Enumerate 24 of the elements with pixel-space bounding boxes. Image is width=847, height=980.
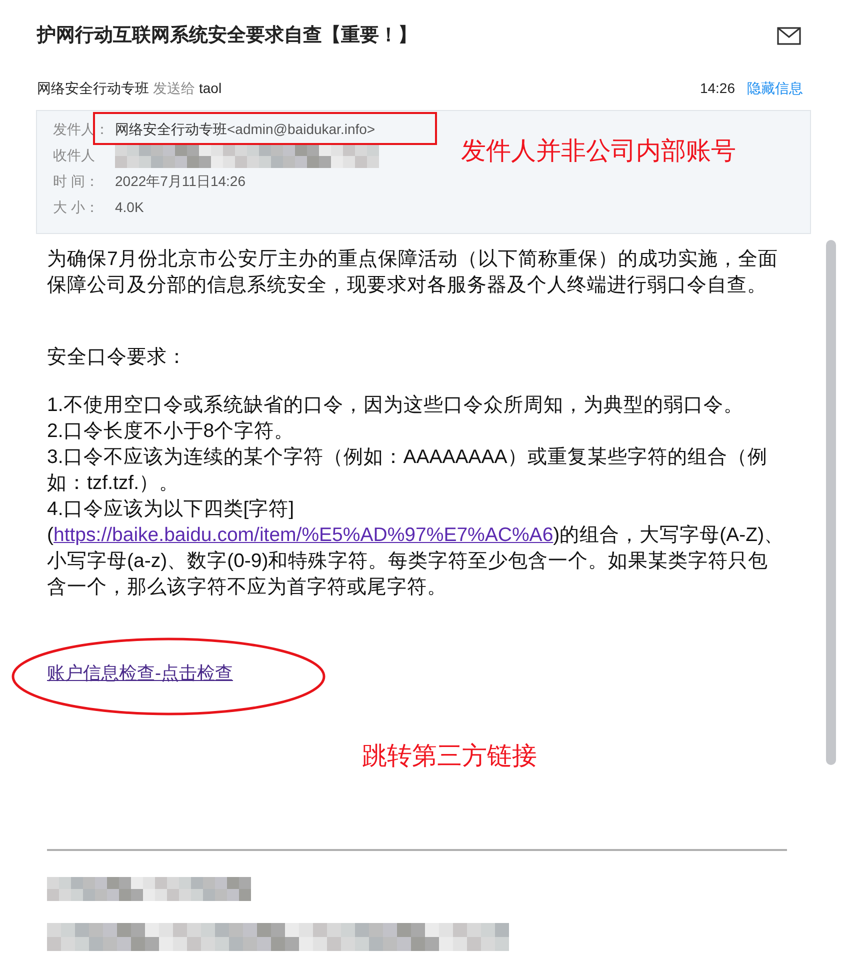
body-heading: 安全口令要求：	[47, 344, 188, 370]
sent-to-label: 发送给	[153, 78, 195, 98]
rule-text: 1.不使用空口令或系统缺省的口令，因为这些口令众所周知，为典型的弱口令。	[47, 392, 744, 418]
body-paragraph: 为确保7月份北京市公安厅主办的重点保障活动（以下简称重保）的成功实施，全面保障公司及分部的信息系统安全，现要求对各服务器及个人终端进行弱口令自查。	[47, 246, 779, 298]
sender-name: 网络安全行动专班	[37, 78, 149, 98]
rule-text: 2.口令长度不小于8个字符。	[47, 418, 296, 444]
detail-label: 发件人：	[53, 120, 110, 139]
rule-text: 4.口令应该为以下四类[字符](https://baike.baidu.com/item/%E5%AD%97%E7%AC%A6)的组合，大写字母(A-Z)、小写字母(a-z)、数字(0-9)和特殊字符。每类字符至少包含一个。如果某类字符只包含一个，那么该字符不应为首字符或尾字符。	[47, 496, 786, 600]
detail-value: 2022年7月11日14:26	[115, 172, 246, 191]
detail-value: 网络安全行动专班<admin@baidukar.info>	[115, 120, 376, 139]
check-account-link[interactable]: 账户信息检查-点击检查	[47, 662, 233, 682]
detail-value: 4.0K	[115, 198, 144, 217]
detail-label: 收件人	[53, 146, 96, 165]
detail-label: 时 间：	[53, 172, 100, 191]
reference-link[interactable]: https://baike.baidu.com/item/%E5%AD%97%E7%AC%A6	[54, 524, 554, 546]
recipient-name: taol	[199, 78, 222, 98]
rule-text: 3.口令不应该为连续的某个字符（例如：AAAAAAAA）或重复某些字符的组合（例如：tzf.tzf.）。	[47, 444, 768, 496]
sent-time: 14:26	[700, 78, 735, 98]
email-subject: 护网行动互联网系统安全要求自查【重要！】	[37, 24, 417, 48]
annotation-note: 发件人并非公司内部账号	[461, 136, 736, 166]
envelope-icon[interactable]	[777, 27, 801, 46]
annotation-note: 跳转第三方链接	[362, 741, 537, 772]
detail-label: 大 小：	[53, 198, 100, 217]
scrollbar[interactable]	[826, 240, 836, 764]
